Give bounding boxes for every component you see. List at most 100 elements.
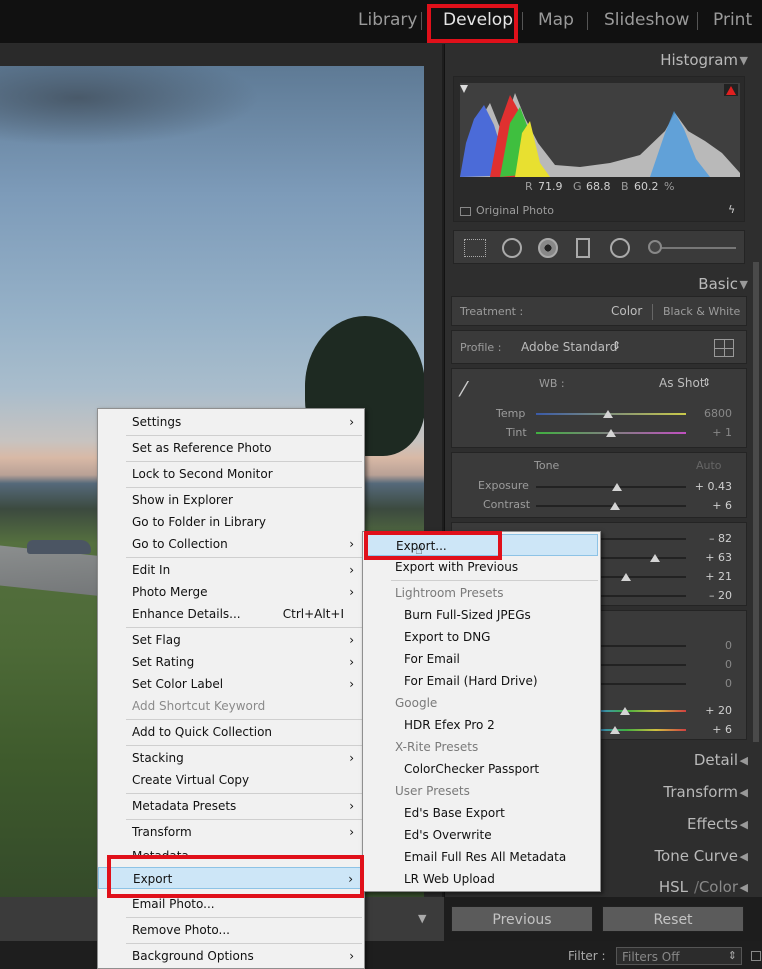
brush-icon[interactable] — [648, 240, 662, 254]
profile-dropdown[interactable]: Adobe Standard — [521, 340, 617, 354]
menu-enhance[interactable]: Enhance Details... Ctrl+Alt+I — [98, 603, 364, 625]
expand-triangle-icon[interactable]: ◀ — [740, 786, 748, 799]
highlights-value[interactable]: – 82 — [688, 532, 732, 545]
menu-photo-merge[interactable]: Photo Merge › — [98, 581, 364, 603]
exposure-slider[interactable] — [536, 486, 686, 488]
saturation-value[interactable]: + 6 — [688, 723, 732, 736]
graduated-filter-icon[interactable] — [576, 238, 590, 258]
submenu-lr-web-upload[interactable]: LR Web Upload — [363, 868, 600, 890]
menu-transform[interactable]: Transform › — [98, 821, 364, 843]
original-photo-checkbox[interactable] — [460, 207, 471, 216]
menu-go-collection[interactable]: Go to Collection › — [98, 533, 364, 555]
expand-triangle-icon[interactable]: ◀ — [740, 850, 748, 863]
expand-triangle-icon[interactable]: ◀ — [740, 818, 748, 831]
expand-triangle-icon[interactable]: ◀ — [740, 881, 748, 894]
auto-button[interactable]: Auto — [696, 459, 722, 472]
saturation-knob[interactable] — [610, 726, 620, 734]
contrast-value[interactable]: + 6 — [688, 499, 732, 512]
updown-arrows-icon[interactable]: ⇕ — [702, 376, 711, 389]
temp-knob[interactable] — [603, 410, 613, 418]
clarity-value[interactable]: 0 — [688, 658, 732, 671]
module-library[interactable]: Library — [358, 10, 417, 30]
submenu-for-email-hd[interactable]: For Email (Hard Drive) — [363, 670, 600, 692]
menu-label: Set Color Label — [132, 677, 224, 691]
menu-set-rating[interactable]: Set Rating › — [98, 651, 364, 673]
red-eye-icon[interactable] — [538, 238, 558, 258]
menu-background-options[interactable]: Background Options › — [98, 945, 364, 967]
submenu-hdr-efex[interactable]: HDR Efex Pro 2 — [363, 714, 600, 736]
exposure-knob[interactable] — [612, 483, 622, 491]
color-panel-header[interactable]: Color — [699, 878, 738, 896]
vibrance-value[interactable]: + 20 — [688, 704, 732, 717]
temp-value[interactable]: 6800 — [692, 407, 732, 420]
menu-add-quick-collection[interactable]: Add to Quick Collection — [98, 721, 364, 743]
collapse-triangle-icon[interactable]: ▼ — [740, 54, 748, 67]
treatment-color[interactable]: Color — [611, 304, 642, 318]
submenu-for-email[interactable]: For Email — [363, 648, 600, 670]
module-map[interactable]: Map — [538, 10, 574, 30]
menu-show-explorer[interactable]: Show in Explorer — [98, 489, 364, 511]
histogram-title[interactable]: Histogram — [660, 51, 738, 69]
tint-knob[interactable] — [606, 429, 616, 437]
treatment-bw[interactable]: Black & White — [663, 305, 740, 318]
contrast-knob[interactable] — [610, 502, 620, 510]
menu-set-flag[interactable]: Set Flag › — [98, 629, 364, 651]
profile-browser-icon[interactable] — [714, 339, 734, 357]
filter-lock-icon[interactable] — [751, 951, 761, 961]
menu-metadata-presets[interactable]: Metadata Presets › — [98, 795, 364, 817]
wb-dropdown[interactable]: As Shot — [659, 376, 705, 390]
filter-dropdown[interactable]: Filters Off ⇕ — [616, 947, 742, 965]
effects-panel-header[interactable]: Effects — [687, 815, 738, 833]
submenu-arrow-icon: › — [349, 677, 354, 691]
spot-removal-icon[interactable] — [502, 238, 522, 258]
histogram-graph[interactable] — [460, 83, 740, 177]
submenu-eds-overwrite[interactable]: Ed's Overwrite — [363, 824, 600, 846]
hsl-panel-header[interactable]: HSL — [659, 878, 688, 896]
submenu-arrow-icon: › — [349, 537, 354, 551]
menu-lock-monitor[interactable]: Lock to Second Monitor — [98, 463, 364, 485]
menu-virtual-copy[interactable]: Create Virtual Copy — [98, 769, 364, 791]
submenu-colorchecker[interactable]: ColorChecker Passport — [363, 758, 600, 780]
submenu-eds-base[interactable]: Ed's Base Export — [363, 802, 600, 824]
shadows-value[interactable]: + 63 — [688, 551, 732, 564]
module-slideshow[interactable]: Slideshow — [604, 10, 689, 30]
submenu-export-dng[interactable]: Export to DNG — [363, 626, 600, 648]
expand-triangle-icon[interactable]: ◀ — [740, 754, 748, 767]
separator — [697, 12, 698, 30]
vibrance-knob[interactable] — [620, 707, 630, 715]
shadows-knob[interactable] — [650, 554, 660, 562]
transform-panel-header[interactable]: Transform — [663, 783, 738, 801]
module-print[interactable]: Print — [713, 10, 752, 30]
whites-knob[interactable] — [621, 573, 631, 581]
collapse-triangle-icon[interactable]: ▼ — [740, 278, 748, 291]
menu-edit-in[interactable]: Edit In › — [98, 559, 364, 581]
exposure-value[interactable]: + 0.43 — [688, 480, 732, 493]
tint-value[interactable]: + 1 — [692, 426, 732, 439]
menu-stacking[interactable]: Stacking › — [98, 747, 364, 769]
panel-scrollbar[interactable] — [753, 262, 759, 742]
lightning-icon[interactable]: ϟ — [728, 203, 735, 216]
menu-set-color-label[interactable]: Set Color Label › — [98, 673, 364, 695]
texture-value[interactable]: 0 — [688, 639, 732, 652]
eyedropper-icon[interactable]: ⁄ — [462, 377, 465, 401]
whites-value[interactable]: + 21 — [688, 570, 732, 583]
menu-set-reference[interactable]: Set as Reference Photo — [98, 437, 364, 459]
menu-settings[interactable]: Settings › — [98, 411, 364, 433]
toolbar-dropdown-icon[interactable]: ▼ — [418, 912, 426, 925]
tone-curve-panel-header[interactable]: Tone Curve — [654, 847, 738, 865]
crop-icon[interactable] — [464, 239, 486, 257]
updown-arrows-icon: ⇕ — [727, 949, 737, 962]
dehaze-value[interactable]: 0 — [688, 677, 732, 690]
submenu-burn-jpegs[interactable]: Burn Full-Sized JPEGs — [363, 604, 600, 626]
brush-slider[interactable] — [650, 247, 736, 249]
basic-title[interactable]: Basic — [698, 275, 738, 293]
menu-remove-photo[interactable]: Remove Photo... — [98, 919, 364, 941]
reset-button[interactable]: Reset — [602, 906, 744, 932]
updown-arrows-icon[interactable]: ⇕ — [612, 339, 621, 352]
detail-panel-header[interactable]: Detail — [694, 751, 738, 769]
previous-button[interactable]: Previous — [451, 906, 593, 932]
menu-go-folder[interactable]: Go to Folder in Library — [98, 511, 364, 533]
submenu-email-full-res[interactable]: Email Full Res All Metadata — [363, 846, 600, 868]
radial-filter-icon[interactable] — [610, 238, 630, 258]
blacks-value[interactable]: – 20 — [688, 589, 732, 602]
